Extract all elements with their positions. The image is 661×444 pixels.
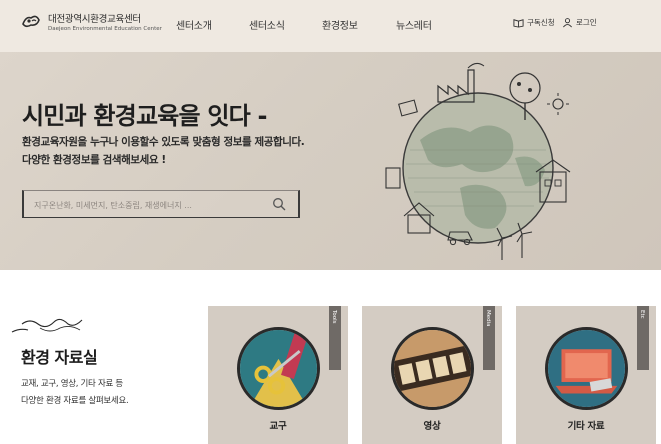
section-description-line2: 다양한 환경 자료를 살펴보세요. [21, 396, 129, 406]
card-tag: Tools [329, 306, 341, 370]
film-reel-image [391, 327, 474, 410]
subscribe-button[interactable]: 구독신청 [513, 17, 555, 28]
hero-title: 시민과 환경교육을 잇다 - [22, 102, 267, 130]
login-button[interactable]: 로그인 [562, 17, 597, 28]
subscribe-label: 구독신청 [527, 18, 555, 27]
scissors-tools-image [237, 327, 320, 410]
nav-item-center-intro[interactable]: 센터소개 [176, 17, 212, 32]
nav-item-environment-info[interactable]: 환경정보 [322, 17, 358, 32]
card-label: 교구 [269, 421, 287, 432]
resource-card-etc[interactable]: Etc 기타 자료 [516, 306, 656, 444]
card-label: 영상 [423, 421, 441, 432]
hero-description-line1: 환경교육자원을 누구나 이용할수 있도록 맞춤형 정보를 제공합니다. [22, 136, 305, 148]
search-box [22, 190, 300, 218]
nav-item-newsletter[interactable]: 뉴스레터 [396, 17, 432, 32]
laptop-image [545, 327, 628, 410]
book-icon [513, 19, 524, 28]
resources-section: 환경 자료실 교재, 교구, 영상, 기타 자료 등 다양한 환경 자료를 살펴… [0, 270, 661, 444]
card-tag: Media [483, 306, 495, 370]
user-icon [563, 18, 572, 28]
search-input[interactable] [34, 197, 254, 213]
search-icon[interactable] [272, 197, 286, 211]
hero-banner: 시민과 환경교육을 잇다 - 환경교육자원을 누구나 이용할수 있도록 맞춤형 … [0, 52, 661, 270]
section-title: 환경 자료실 [21, 348, 98, 367]
card-label: 기타 자료 [567, 421, 605, 432]
section-description-line1: 교재, 교구, 영상, 기타 자료 등 [21, 379, 123, 389]
globe-illustration [385, 62, 571, 260]
site-header: 대전광역시환경교육센터 Daejeon Environmental Educat… [0, 0, 661, 52]
card-tag: Etc [637, 306, 649, 370]
resource-card-media[interactable]: Media 영상 [362, 306, 502, 444]
hero-description-line2: 다양한 환경정보를 검색해보세요 ! [22, 154, 166, 166]
nav-item-center-news[interactable]: 센터소식 [249, 17, 285, 32]
scribble-decoration [11, 318, 83, 333]
resource-card-tools[interactable]: Tools 교구 [208, 306, 348, 444]
login-label: 로그인 [576, 18, 597, 27]
